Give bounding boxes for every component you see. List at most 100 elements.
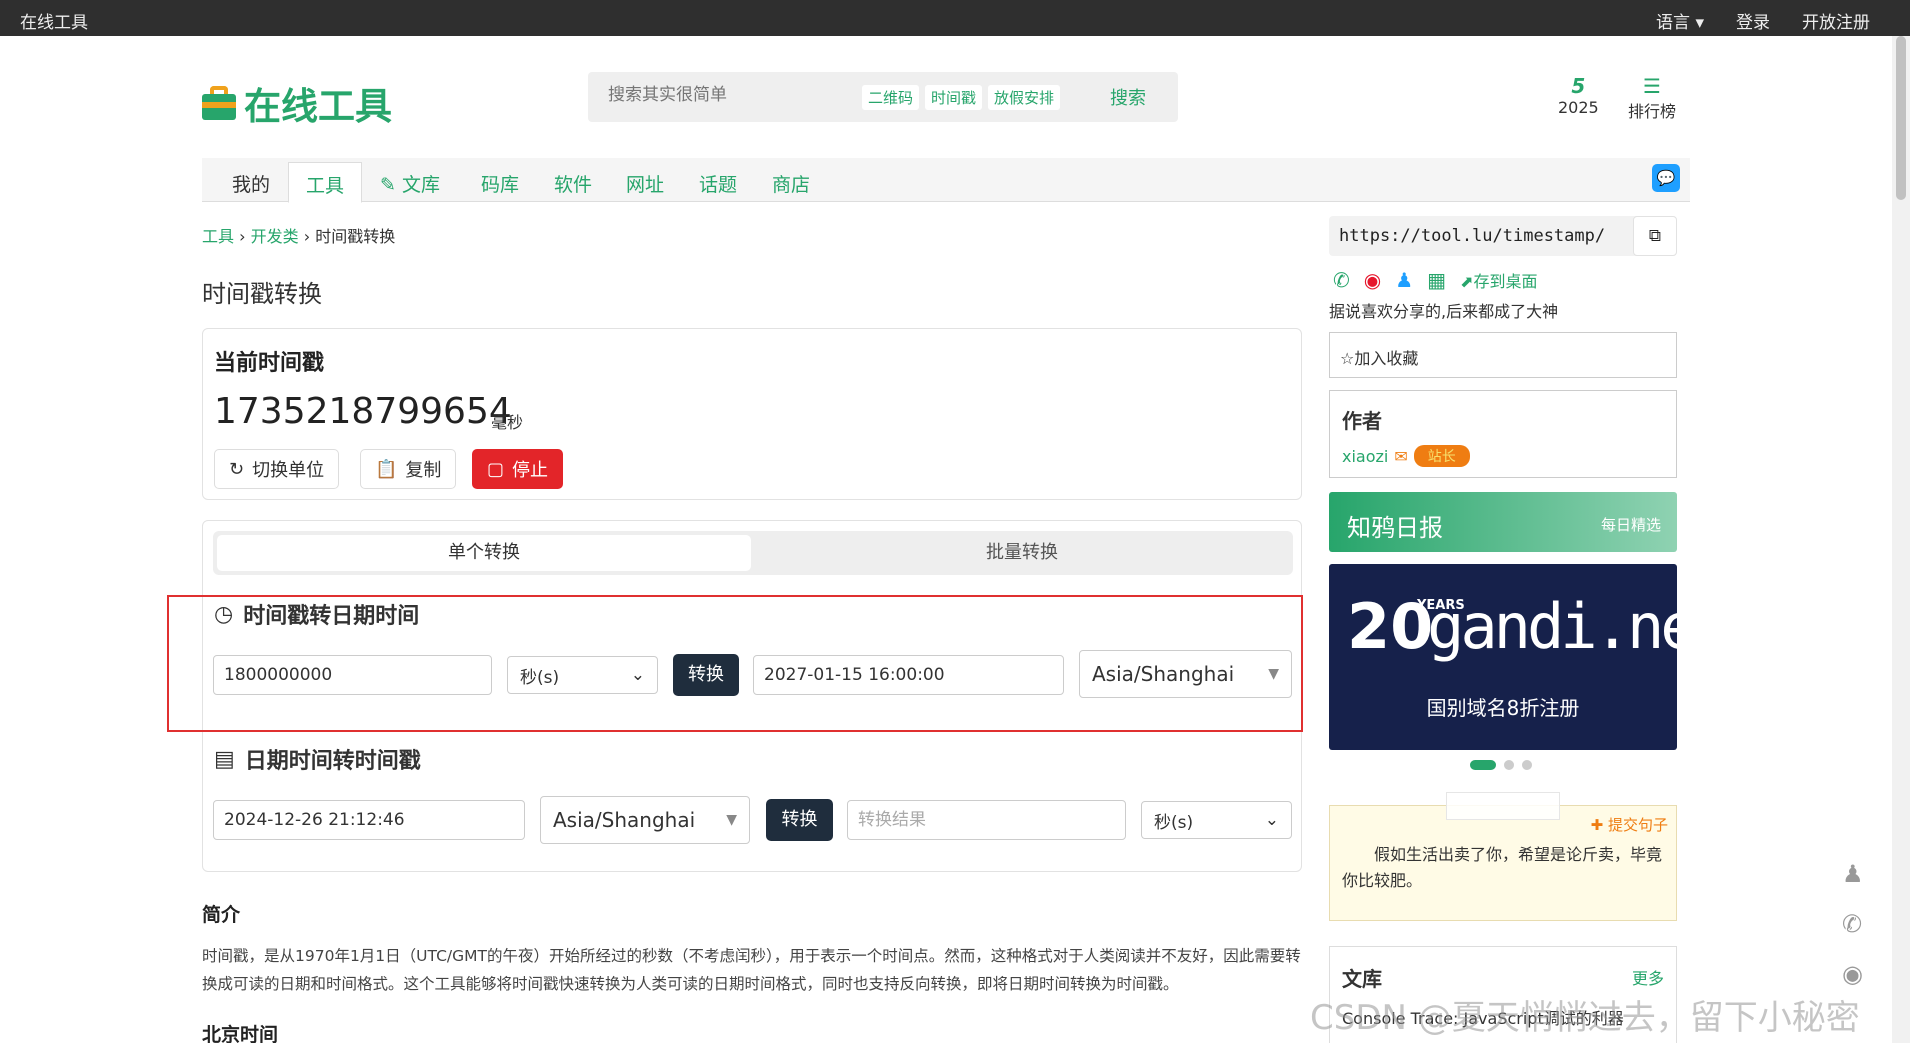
add-favorite-button[interactable]: ☆加入收藏 (1329, 332, 1677, 378)
chat-icon[interactable]: 💬 (1652, 164, 1680, 192)
date2ts-unit-select[interactable]: 秒(s) ⌄ (1141, 801, 1292, 839)
pen-icon: ✎ (380, 174, 396, 196)
ad-caption: 国别域名8折注册 (1426, 696, 1580, 720)
crumb-tools[interactable]: 工具 (202, 227, 234, 246)
crumb-sep: › (239, 227, 246, 246)
submit-quote-label: 提交句子 (1607, 816, 1668, 834)
current-timestamp-card: 当前时间戳 1735218799654 毫秒 ↻ 切换单位 📋 复制 ▢ 停止 (202, 328, 1302, 500)
top-brand[interactable]: 在线工具 (20, 8, 88, 33)
page-url: https://tool.lu/timestamp/ (1339, 226, 1606, 246)
breadcrumb: 工具 › 开发类 › 时间戳转换 (202, 223, 395, 247)
zhiya-daily-banner[interactable]: 知鸦日报 每日精选 (1329, 492, 1677, 552)
carousel-dot-1[interactable] (1470, 760, 1496, 770)
external-icon: ⬈ (1460, 272, 1474, 291)
star-icon: ☆ (1340, 349, 1355, 368)
qrcode-icon[interactable]: ▦ (1427, 268, 1446, 292)
copy-label: 复制 (405, 460, 442, 481)
author-name[interactable]: xiaozi (1342, 447, 1388, 466)
copy-button[interactable]: 📋 复制 (360, 449, 457, 489)
tape-decoration (1446, 792, 1560, 820)
qq-icon[interactable]: ♟ (1842, 860, 1864, 888)
search-tag-timestamp[interactable]: 时间戳 (925, 85, 983, 110)
tab-batch[interactable]: 批量转换 (755, 535, 1289, 571)
save-desktop-label: 存到桌面 (1473, 272, 1538, 291)
nav-library[interactable]: ✎ 文库 (380, 170, 440, 197)
date2ts-unit-value: 秒(s) (1154, 812, 1194, 833)
search-tag-holiday[interactable]: 放假安排 (988, 85, 1061, 110)
year-stat[interactable]: 5 2025 (1558, 74, 1599, 117)
submit-quote-link[interactable]: ✚ 提交句子 (1591, 814, 1668, 835)
library-more-link[interactable]: 更多 (1632, 965, 1664, 989)
weibo-icon[interactable]: ◉ (1364, 268, 1381, 292)
gandi-ad[interactable]: 20 YEARS gandi.net 国别域名8折注册 (1329, 564, 1731, 750)
current-timestamp: 1735218799654 (214, 391, 512, 432)
date2ts-timezone-select[interactable]: Asia/Shanghai ▼ (540, 796, 750, 844)
copy-url-icon[interactable]: ⧉ (1633, 216, 1677, 256)
author-badge: 站长 (1413, 445, 1470, 467)
floating-share-bar: ♟ ✆ ◉ (1842, 860, 1864, 988)
main-nav: 我的 工具 ✎ 文库 码库 软件 网址 话题 商店 💬 (202, 158, 1690, 203)
calendar-icon: ▤ (214, 746, 235, 772)
refresh-icon: ↻ (229, 458, 245, 480)
scrollbar[interactable] (1892, 36, 1910, 1043)
qq-icon[interactable]: ♟ (1395, 268, 1413, 292)
carousel-dots (1470, 760, 1532, 770)
caret-down-icon: ▼ (726, 812, 737, 828)
date2ts-title: ▤ 日期时间转时间戳 (214, 743, 421, 775)
nav-software[interactable]: 软件 (554, 170, 592, 197)
intro-text: 时间戳，是从1970年1月1日（UTC/GMT的午夜）开始所经过的秒数（不考虑闰… (202, 947, 1301, 993)
datetime-input[interactable] (213, 800, 525, 840)
weibo-icon[interactable]: ◉ (1842, 960, 1864, 988)
page-url-box[interactable]: https://tool.lu/timestamp/ ⧉ (1329, 216, 1677, 256)
login-link[interactable]: 登录 (1736, 8, 1770, 33)
language-label: 语言 (1656, 13, 1691, 33)
page-title: 时间戳转换 (202, 280, 322, 308)
language-menu[interactable]: 语言 ▾ (1656, 8, 1704, 33)
nav-code[interactable]: 码库 (481, 170, 519, 197)
mail-icon[interactable]: ✉ (1394, 447, 1407, 466)
highlight-box (167, 595, 1303, 732)
tab-single[interactable]: 单个转换 (217, 535, 751, 571)
logo-text: 在线工具 (244, 85, 392, 128)
stop-button[interactable]: ▢ 停止 (472, 449, 564, 489)
search-tag-qrcode[interactable]: 二维码 (862, 85, 920, 110)
crumb-current: 时间戳转换 (315, 227, 396, 246)
wechat-icon[interactable]: ✆ (1842, 910, 1864, 938)
zhiya-title: 知鸦日报 (1347, 514, 1443, 542)
ranking-label: 排行榜 (1628, 102, 1677, 121)
switch-unit-button[interactable]: ↻ 切换单位 (214, 449, 340, 489)
stop-icon: ▢ (487, 458, 505, 480)
nav-mine[interactable]: 我的 (232, 170, 270, 197)
date2ts-timezone-value: Asia/Shanghai (553, 808, 696, 832)
conversion-tabs: 单个转换 批量转换 (213, 531, 1293, 575)
site-logo[interactable]: 在线工具 (202, 76, 392, 130)
crumb-sep: › (303, 227, 311, 246)
search-button[interactable]: 搜索 (1110, 84, 1146, 110)
save-desktop-link[interactable]: ⬈存到桌面 (1460, 268, 1537, 292)
search-bar: 二维码 时间戳 放假安排 搜索 (588, 72, 1178, 122)
author-title: 作者 (1342, 409, 1382, 433)
top-bar: 在线工具 语言 ▾ 登录 开放注册 (0, 0, 1910, 36)
library-title: 文库 (1342, 967, 1382, 991)
beijing-title: 北京时间 (202, 1024, 279, 1043)
wechat-icon[interactable]: ✆ (1333, 268, 1350, 292)
caret-down-icon: ▾ (1695, 13, 1704, 33)
crumb-dev[interactable]: 开发类 (251, 227, 299, 246)
current-unit: 毫秒 (491, 413, 524, 432)
list-icon: ☰ (1643, 74, 1661, 98)
nav-shop[interactable]: 商店 (772, 170, 810, 197)
scrollbar-thumb[interactable] (1896, 36, 1906, 200)
date2ts-result[interactable] (847, 800, 1126, 840)
ranking-link[interactable]: ☰ 排行榜 (1628, 74, 1676, 122)
nav-websites[interactable]: 网址 (626, 170, 664, 197)
intro-title: 简介 (202, 904, 241, 926)
search-input[interactable] (608, 85, 838, 105)
register-link[interactable]: 开放注册 (1802, 8, 1870, 33)
date2ts-convert-button[interactable]: 转换 (766, 799, 833, 841)
zhiya-sub: 每日精选 (1600, 516, 1661, 534)
carousel-dot-3[interactable] (1522, 760, 1532, 770)
quote-text: 假如生活出卖了你，希望是论斤卖，毕竟你比较肥。 (1342, 845, 1663, 890)
carousel-dot-2[interactable] (1504, 760, 1514, 770)
nav-topics[interactable]: 话题 (699, 170, 737, 197)
nav-tools[interactable]: 工具 (288, 162, 362, 203)
